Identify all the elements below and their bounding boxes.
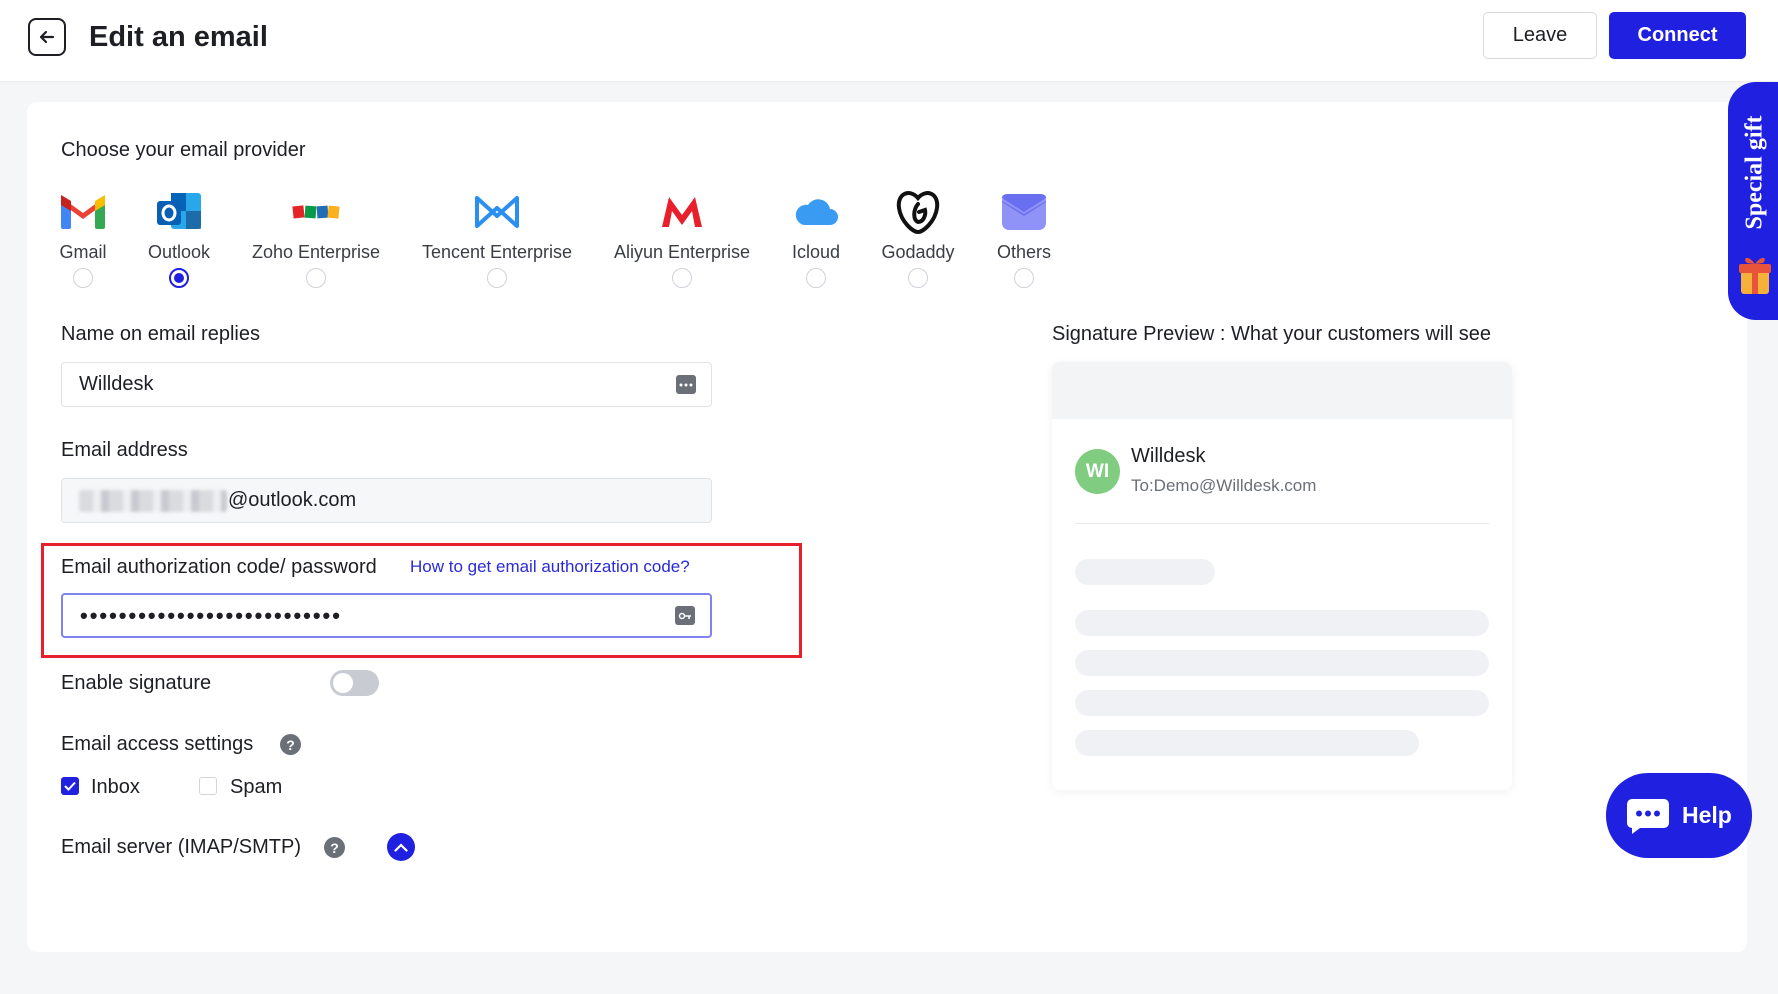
- provider-godaddy[interactable]: Godaddy: [881, 187, 955, 288]
- inbox-checkbox[interactable]: [61, 777, 79, 795]
- provider-radio[interactable]: [169, 268, 189, 288]
- special-gift-tab[interactable]: Special gift: [1728, 82, 1778, 320]
- help-icon[interactable]: ?: [280, 734, 301, 755]
- provider-name: Godaddy: [881, 242, 955, 262]
- skeleton-line: [1075, 559, 1215, 585]
- name-field-label: Name on email replies: [61, 323, 260, 345]
- back-button[interactable]: [28, 18, 66, 56]
- connect-button[interactable]: Connect: [1609, 12, 1746, 59]
- signature-label: Enable signature: [61, 672, 212, 694]
- signature-toggle[interactable]: [330, 670, 379, 696]
- skeleton-line: [1075, 610, 1489, 636]
- email-server-label: Email server (IMAP/SMTP): [61, 836, 302, 858]
- spam-checkbox[interactable]: [199, 777, 217, 795]
- provider-name: Outlook: [147, 242, 211, 262]
- provider-name: Others: [996, 242, 1052, 262]
- provider-radio[interactable]: [672, 268, 692, 288]
- help-label: Help: [1682, 802, 1732, 828]
- zoho-icon: [292, 205, 340, 219]
- redacted-username: [79, 489, 227, 512]
- envelope-icon: [1002, 194, 1046, 230]
- chat-bubble-icon: [1627, 798, 1669, 834]
- avatar: WI: [1075, 449, 1120, 494]
- name-input-box: [61, 362, 712, 407]
- password-input[interactable]: •••••••••••••••••••••••••••: [80, 603, 342, 629]
- chevron-up-icon: [394, 842, 408, 852]
- skeleton-line: [1075, 650, 1489, 676]
- preview-title: Signature Preview : What your customers …: [1052, 323, 1492, 345]
- provider-name: Gmail: [59, 242, 107, 262]
- collapse-button[interactable]: [387, 833, 415, 861]
- top-header: Edit an email Leave Connect: [0, 0, 1778, 81]
- provider-zoho[interactable]: Zoho Enterprise: [250, 187, 382, 288]
- provider-name: Aliyun Enterprise: [613, 242, 751, 262]
- outlook-icon: [157, 193, 201, 229]
- provider-section-title: Choose your email provider: [61, 139, 306, 161]
- access-settings-label: Email access settings: [61, 733, 254, 755]
- preview-to-line: To:Demo@Willdesk.com: [1131, 476, 1317, 495]
- email-address-field[interactable]: @outlook.com: [61, 478, 712, 523]
- provider-tencent[interactable]: Tencent Enterprise: [421, 187, 573, 288]
- key-autofill-icon[interactable]: [675, 606, 695, 625]
- toggle-knob: [333, 673, 353, 693]
- provider-aliyun[interactable]: Aliyun Enterprise: [614, 187, 750, 288]
- provider-gmail[interactable]: Gmail: [58, 187, 108, 288]
- provider-radio[interactable]: [908, 268, 928, 288]
- gmail-icon: [61, 195, 105, 229]
- checkmark-icon: [64, 781, 76, 791]
- provider-outlook[interactable]: Outlook: [146, 187, 212, 288]
- auth-code-help-link[interactable]: How to get email authorization code?: [410, 554, 690, 580]
- preview-sender-name: Willdesk: [1131, 445, 1206, 467]
- skeleton-line: [1075, 690, 1489, 716]
- provider-name: Icloud: [791, 242, 841, 262]
- provider-radio[interactable]: [73, 268, 93, 288]
- skeleton-line: [1075, 730, 1419, 756]
- provider-name: Zoho Enterprise: [251, 242, 381, 262]
- name-input[interactable]: [79, 373, 659, 396]
- provider-radio[interactable]: [806, 268, 826, 288]
- email-domain: @outlook.com: [228, 489, 357, 511]
- gift-icon: [1739, 257, 1771, 294]
- provider-icloud[interactable]: Icloud: [790, 187, 842, 288]
- leave-button[interactable]: Leave: [1483, 12, 1597, 59]
- autofill-icon[interactable]: [676, 375, 696, 394]
- provider-radio[interactable]: [487, 268, 507, 288]
- email-field-label: Email address: [61, 439, 188, 461]
- special-gift-label: Special gift: [1741, 115, 1768, 229]
- preview-divider: [1075, 523, 1489, 524]
- provider-radio[interactable]: [1014, 268, 1034, 288]
- auth-field-label: Email authorization code/ password: [61, 556, 377, 578]
- provider-others[interactable]: Others: [994, 187, 1054, 288]
- tencent-icon: [475, 196, 519, 228]
- icloud-icon: [795, 199, 838, 225]
- spam-label[interactable]: Spam: [230, 774, 282, 800]
- arrow-left-icon: [39, 30, 55, 44]
- help-icon[interactable]: ?: [324, 837, 345, 858]
- provider-name: Tencent Enterprise: [421, 242, 573, 262]
- godaddy-icon: [896, 191, 940, 234]
- signature-preview-card: WI Willdesk To:Demo@Willdesk.com: [1052, 362, 1512, 790]
- provider-radio[interactable]: [306, 268, 326, 288]
- password-input-box[interactable]: •••••••••••••••••••••••••••: [61, 593, 712, 638]
- preview-header-bar: [1052, 362, 1512, 419]
- inbox-label[interactable]: Inbox: [91, 774, 140, 800]
- help-chat-button[interactable]: Help: [1606, 773, 1752, 858]
- page-title: Edit an email: [89, 21, 268, 53]
- aliyun-icon: [662, 197, 702, 227]
